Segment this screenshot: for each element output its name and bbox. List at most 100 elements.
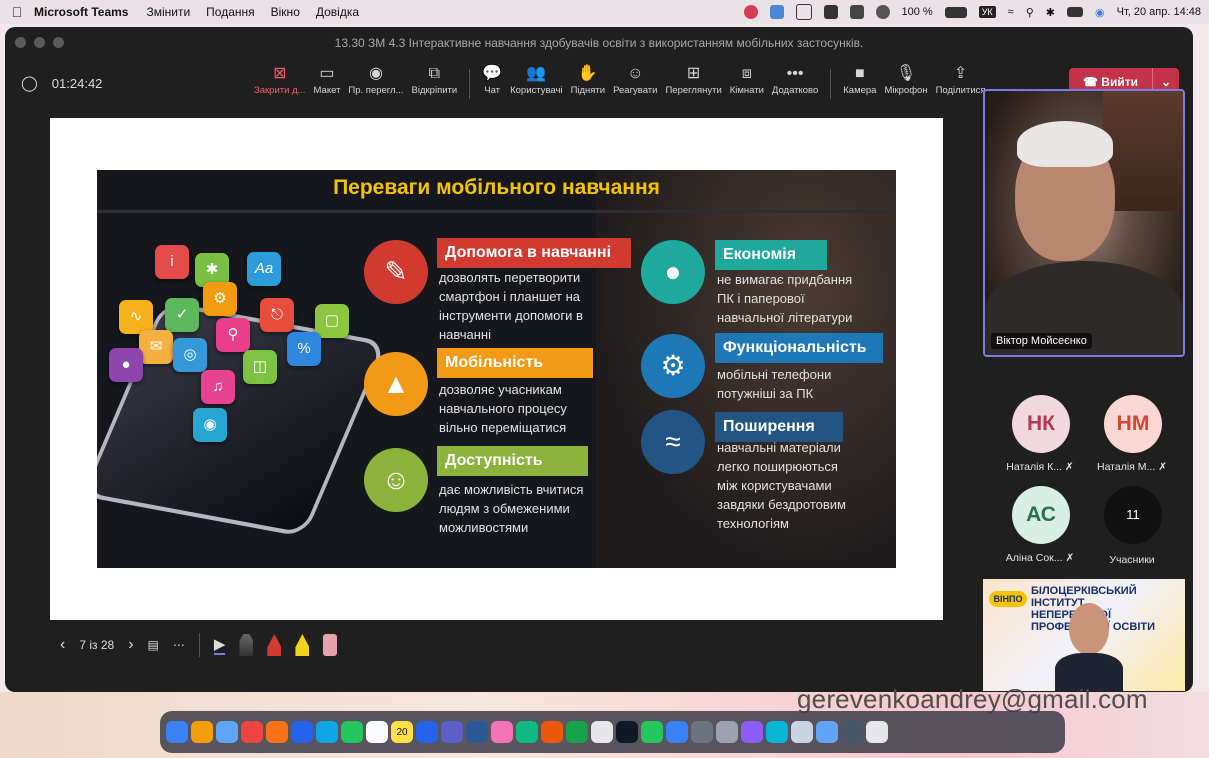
- dock-app-icon[interactable]: [291, 721, 313, 743]
- dock-app-icon[interactable]: [441, 721, 463, 743]
- people-button[interactable]: 👥 Користувачі: [506, 63, 566, 96]
- tool-label: Відкріпити: [411, 85, 458, 96]
- more-button[interactable]: ••• Додатково: [768, 63, 822, 96]
- highlighter-icon[interactable]: [295, 634, 310, 656]
- dock-app-icon[interactable]: [791, 721, 813, 743]
- slide-grid-icon[interactable]: ▤: [148, 638, 159, 652]
- apple-menu-icon[interactable]: : [0, 4, 34, 20]
- dock-app-icon[interactable]: [266, 721, 288, 743]
- slide-controls: ‹ 7 із 28 › ▤ ⋯ ▶: [60, 633, 338, 657]
- avatar[interactable]: НМ: [1104, 395, 1162, 453]
- menu-view[interactable]: Подання: [206, 5, 254, 19]
- shield-icon[interactable]: ◯: [21, 74, 38, 92]
- red-pen-icon[interactable]: [267, 634, 282, 656]
- status-icon[interactable]: [743, 5, 758, 19]
- search-icon: ⚲: [216, 318, 250, 352]
- microphone-button[interactable]: 🎙 Мікрофон: [880, 63, 931, 96]
- date-time[interactable]: Чт, 20 апр. 14:48: [1117, 6, 1201, 18]
- dock-app-icon[interactable]: [466, 721, 488, 743]
- next-slide-icon[interactable]: ›: [128, 636, 133, 654]
- mail-icon: ✉: [139, 330, 173, 364]
- wifi-icon[interactable]: ≈: [1008, 6, 1014, 18]
- dock-app-icon[interactable]: [491, 721, 513, 743]
- dock-app-icon[interactable]: [766, 721, 788, 743]
- globe-icon: ◎: [173, 338, 207, 372]
- dock-app-icon[interactable]: [716, 721, 738, 743]
- dock-app-icon[interactable]: [741, 721, 763, 743]
- dropbox-icon[interactable]: [849, 5, 864, 19]
- dock-app-icon[interactable]: [616, 721, 638, 743]
- dock-app-icon[interactable]: [641, 721, 663, 743]
- dock-app-icon[interactable]: [866, 721, 888, 743]
- rooms-button[interactable]: ⧈ Кімнати: [726, 63, 768, 96]
- pop-out-button[interactable]: ⧉ Відкріпити: [408, 63, 462, 96]
- dock-app-icon[interactable]: [691, 721, 713, 743]
- participant-count[interactable]: 11: [1104, 486, 1162, 544]
- avatar[interactable]: НК: [1012, 395, 1070, 453]
- self-video[interactable]: ВІНПО БІЛОЦЕРКІВСЬКИЙ ІНСТИТУТ НЕПЕРЕРВН…: [983, 579, 1185, 691]
- calendar-icon[interactable]: 20: [391, 721, 413, 743]
- dock-app-icon[interactable]: [416, 721, 438, 743]
- pointer-tool-icon[interactable]: ▶: [213, 635, 226, 655]
- tool-label: Поділитися: [935, 85, 986, 96]
- control-center-icon[interactable]: [1067, 7, 1083, 17]
- dock-app-icon[interactable]: [591, 721, 613, 743]
- pen-tool-icon[interactable]: [239, 634, 254, 656]
- rss-icon: ∿: [119, 300, 153, 334]
- participant-name: Аліна Сок... ✗: [1005, 552, 1075, 564]
- raise-hand-button[interactable]: ✋ Підняти: [567, 63, 610, 96]
- close-share-button[interactable]: ⊠ Закрити д...: [250, 63, 310, 96]
- microphone-icon: 🎙: [895, 65, 917, 82]
- tool-label: Мікрофон: [884, 85, 928, 96]
- dock-app-icon[interactable]: [566, 721, 588, 743]
- chat-button[interactable]: 💬 Чат: [478, 63, 506, 96]
- more-icon[interactable]: ⋯: [173, 638, 185, 652]
- react-button[interactable]: ☺ Реагувати: [609, 63, 661, 96]
- cloud-icon[interactable]: [875, 5, 890, 19]
- camera-button[interactable]: ■ Камера: [839, 63, 880, 96]
- dock-app-icon[interactable]: [241, 721, 263, 743]
- dock-app-icon[interactable]: [316, 721, 338, 743]
- app-menu[interactable]: Microsoft Teams: [34, 5, 128, 19]
- dock-app-icon[interactable]: [341, 721, 363, 743]
- dock-app-icon[interactable]: [516, 721, 538, 743]
- search-icon[interactable]: ⚲: [1026, 6, 1034, 19]
- menu-help[interactable]: Довідка: [316, 5, 359, 19]
- share-button[interactable]: ⇪ Поділитися: [932, 63, 990, 96]
- menu-edit[interactable]: Змінити: [146, 5, 190, 19]
- mic-muted-icon: ✗: [1065, 552, 1075, 564]
- percent-icon: %: [287, 332, 321, 366]
- slide-counter: 7 із 28: [79, 638, 115, 652]
- dock-app-icon[interactable]: [841, 721, 863, 743]
- dock-app-icon[interactable]: [216, 721, 238, 743]
- input-language[interactable]: УК: [978, 6, 996, 18]
- music-icon: ♫: [201, 370, 235, 404]
- speaker-video[interactable]: Віктор Мойсеєнко: [983, 89, 1185, 357]
- more-icon: •••: [786, 65, 804, 82]
- benefit-header: Економія: [715, 240, 827, 270]
- shared-content: Переваги мобільного навчання i ✱ Aa ⚙ ∿ …: [50, 118, 943, 620]
- status-icon[interactable]: [769, 5, 784, 19]
- participants-panel: Віктор Мойсеєнко НК Наталія К... ✗ НМ На…: [983, 87, 1185, 652]
- avatar[interactable]: АС: [1012, 486, 1070, 544]
- view-button[interactable]: ⊞ Переглянути: [661, 63, 725, 96]
- status-icon[interactable]: [823, 5, 838, 19]
- layout-button[interactable]: ▭ Макет: [310, 63, 345, 96]
- vpn-icon[interactable]: [795, 4, 812, 20]
- dock-app-icon[interactable]: [666, 721, 688, 743]
- eraser-icon[interactable]: [323, 634, 338, 656]
- battery-icon[interactable]: [944, 6, 967, 18]
- dock-app-icon[interactable]: [541, 721, 563, 743]
- bluetooth-icon[interactable]: ✱: [1046, 6, 1055, 19]
- previous-slide-icon[interactable]: ‹: [60, 636, 65, 654]
- people-icon: 👥: [526, 65, 547, 82]
- dock-app-icon[interactable]: [816, 721, 838, 743]
- toolbar-actions: ⊠ Закрити д... ▭ Макет ◉ Пр. перегл... ⧉ Відкрі…: [250, 63, 990, 99]
- presenter-view-icon: ◉: [368, 65, 383, 82]
- menu-window[interactable]: Вікно: [271, 5, 300, 19]
- dock-app-icon[interactable]: [191, 721, 213, 743]
- presenter-view-button[interactable]: ◉ Пр. перегл...: [344, 63, 407, 96]
- dock-app-icon[interactable]: [366, 721, 388, 743]
- siri-icon[interactable]: ◉: [1095, 6, 1105, 19]
- dock-app-icon[interactable]: [166, 721, 188, 743]
